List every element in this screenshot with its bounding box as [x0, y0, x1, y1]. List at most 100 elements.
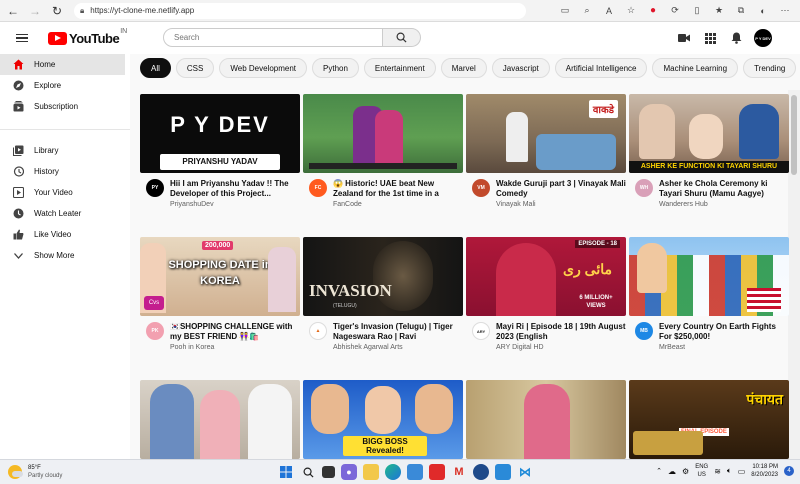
video-thumbnail[interactable]	[303, 94, 463, 173]
sidebar-item-library[interactable]: Library	[0, 140, 130, 161]
video-thumbnail[interactable]: P Y DEV PRIYANSHU YADAV	[140, 94, 300, 173]
cloud-icon[interactable]: ☁︎	[668, 467, 676, 476]
video-card[interactable]: MB Every Country On Earth Fights For $25…	[629, 237, 789, 351]
channel-name[interactable]: Pooh in Korea	[170, 344, 300, 351]
chip-javascript[interactable]: Javascript	[491, 58, 550, 78]
sidebar-item-show-more[interactable]: Show More	[0, 245, 130, 266]
edge-dev-icon[interactable]	[473, 464, 489, 480]
channel-avatar[interactable]: FC	[309, 179, 327, 197]
video-card[interactable]	[140, 380, 300, 459]
video-thumbnail[interactable]: ASHER KE FUNCTION KI TAYARI SHURU	[629, 94, 789, 173]
video-card[interactable]: P Y DEV PRIYANSHU YADAV PY Hii I am Priy…	[140, 94, 300, 208]
channel-name[interactable]: ARY Digital HD	[496, 344, 626, 351]
chip-web-development[interactable]: Web Development	[219, 58, 308, 78]
notification-bell-icon[interactable]	[728, 30, 744, 46]
address-bar[interactable]: 🔒︎ https://yt-clone-me.netlify.app	[74, 2, 526, 19]
chip-machine-learning[interactable]: Machine Learning	[652, 58, 739, 78]
video-title[interactable]: Every Country On Earth Fights For $250,0…	[659, 322, 789, 342]
back-icon[interactable]: ←	[4, 2, 22, 20]
clock[interactable]: 10:18 PM 8/20/2023	[751, 463, 778, 479]
channel-avatar[interactable]: WH	[635, 179, 653, 197]
forward-icon[interactable]: →	[26, 2, 44, 20]
channel-avatar[interactable]: MB	[635, 322, 653, 340]
channel-name[interactable]: PriyanshuDev	[170, 201, 300, 208]
create-video-icon[interactable]	[676, 30, 692, 46]
video-thumbnail[interactable]	[466, 380, 626, 459]
read-aloud-icon[interactable]: A	[600, 3, 618, 19]
start-icon[interactable]	[278, 464, 294, 480]
video-card[interactable]: 200,000 SHOPPING DATE in KOREA Cvs PK 🇰🇷…	[140, 237, 300, 351]
search-input[interactable]	[163, 28, 383, 47]
video-thumbnail[interactable]: EPISODE - 18 مائی ری 6 MILLION+ VIEWS	[466, 237, 626, 316]
chip-trending[interactable]: Trending	[743, 58, 797, 78]
notification-count[interactable]: 4	[784, 466, 794, 476]
video-card[interactable]: FC 😱 Historic! UAE beat New Zealand for …	[303, 94, 463, 208]
channel-name[interactable]: Wanderers Hub	[659, 201, 789, 208]
channel-avatar[interactable]: ARY	[472, 322, 490, 340]
settings-icon[interactable]: ⚙︎	[682, 467, 689, 476]
video-card[interactable]: EPISODE - 18 مائی ری 6 MILLION+ VIEWS AR…	[466, 237, 626, 351]
more-icon[interactable]: ⋯	[776, 3, 794, 19]
photos-icon[interactable]	[495, 464, 511, 480]
volume-icon[interactable]: 🔈︎	[727, 466, 732, 476]
video-thumbnail[interactable]: INVASION (TELUGU)	[303, 237, 463, 316]
chip-marvel[interactable]: Marvel	[440, 58, 487, 78]
sidebar-item-watch-later[interactable]: Watch Leater	[0, 203, 130, 224]
sync-icon[interactable]: ⟳	[666, 3, 684, 19]
battery-icon[interactable]: ▭	[738, 467, 746, 476]
language-code[interactable]: ENG	[695, 463, 708, 471]
app-icon[interactable]	[429, 464, 445, 480]
zoom-icon[interactable]: ⌕	[578, 3, 596, 19]
channel-avatar[interactable]: ▲	[309, 322, 327, 340]
chat-icon[interactable]: ●	[341, 464, 357, 480]
channel-avatar[interactable]: VM	[472, 179, 490, 197]
sidebar-item-subscription[interactable]: Subscription	[0, 96, 130, 117]
channel-name[interactable]: Vinayak Mali	[496, 201, 626, 208]
gmail-icon[interactable]: M	[451, 464, 467, 480]
video-thumbnail[interactable]: FINAL EPISODE पंचायत	[629, 380, 789, 459]
video-thumbnail[interactable]: 200,000 SHOPPING DATE in KOREA Cvs	[140, 237, 300, 316]
sidebar-item-history[interactable]: History	[0, 161, 130, 182]
video-card[interactable]: BIGG BOSS Revealed!	[303, 380, 463, 459]
sidebar-item-like-video[interactable]: Like Video	[0, 224, 130, 245]
chip-python[interactable]: Python	[312, 58, 359, 78]
video-thumbnail[interactable]	[629, 237, 789, 316]
wifi-icon[interactable]: ≋	[714, 467, 721, 476]
collections-icon[interactable]: ⧉	[732, 3, 750, 19]
channel-name[interactable]: MrBeast	[659, 344, 789, 351]
microsoft-store-icon[interactable]	[407, 464, 423, 480]
search-button[interactable]	[383, 28, 421, 47]
channel-avatar[interactable]: PK	[146, 322, 164, 340]
chip-all[interactable]: All	[140, 58, 171, 78]
sidebar-item-home[interactable]: Home	[0, 54, 125, 75]
video-title[interactable]: Tiger's Invasion (Telugu) | Tiger Nagesw…	[333, 322, 463, 342]
refresh-icon[interactable]: ↻	[48, 2, 66, 20]
favorite-icon[interactable]: ☆	[622, 3, 640, 19]
hamburger-menu-icon[interactable]	[16, 33, 36, 43]
video-title[interactable]: Wakde Guruji part 3 | Vinayak Mali Comed…	[496, 179, 626, 199]
channel-name[interactable]: FanCode	[333, 201, 463, 208]
profile-icon[interactable]: ◐	[754, 3, 772, 19]
video-thumbnail[interactable]	[140, 380, 300, 459]
chip-entertainment[interactable]: Entertainment	[363, 58, 436, 78]
chip-artificial-intelligence[interactable]: Artificial Intelligence	[554, 58, 648, 78]
channel-name[interactable]: Abhishek Agarwal Arts	[333, 344, 463, 351]
video-title[interactable]: 😱 Historic! UAE beat New Zealand for the…	[333, 179, 463, 199]
video-card[interactable]: FINAL EPISODE पंचायत	[629, 380, 789, 459]
cast-icon[interactable]: ▭	[556, 3, 574, 19]
task-view-icon[interactable]	[322, 466, 335, 478]
file-explorer-icon[interactable]	[363, 464, 379, 480]
weather-widget[interactable]: 85°F Partly cloudy	[8, 464, 62, 480]
edge-browser-icon[interactable]	[385, 464, 401, 480]
region-code[interactable]: US	[695, 471, 708, 479]
apps-grid-icon[interactable]	[702, 30, 718, 46]
video-card[interactable]: ASHER KE FUNCTION KI TAYARI SHURU WH Ash…	[629, 94, 789, 208]
channel-avatar[interactable]: PY	[146, 179, 164, 197]
search-icon[interactable]	[300, 464, 316, 480]
video-title[interactable]: 🇰🇷SHOPPING CHALLENGE with my BEST FRIEND…	[170, 322, 300, 342]
youtube-logo[interactable]: YouTube IN	[48, 28, 127, 46]
split-screen-icon[interactable]: ▯	[688, 3, 706, 19]
chip-css[interactable]: CSS	[175, 58, 215, 78]
video-title[interactable]: Mayi Ri | Episode 18 | 19th August 2023 …	[496, 322, 626, 342]
page-scrollbar[interactable]	[788, 90, 800, 459]
